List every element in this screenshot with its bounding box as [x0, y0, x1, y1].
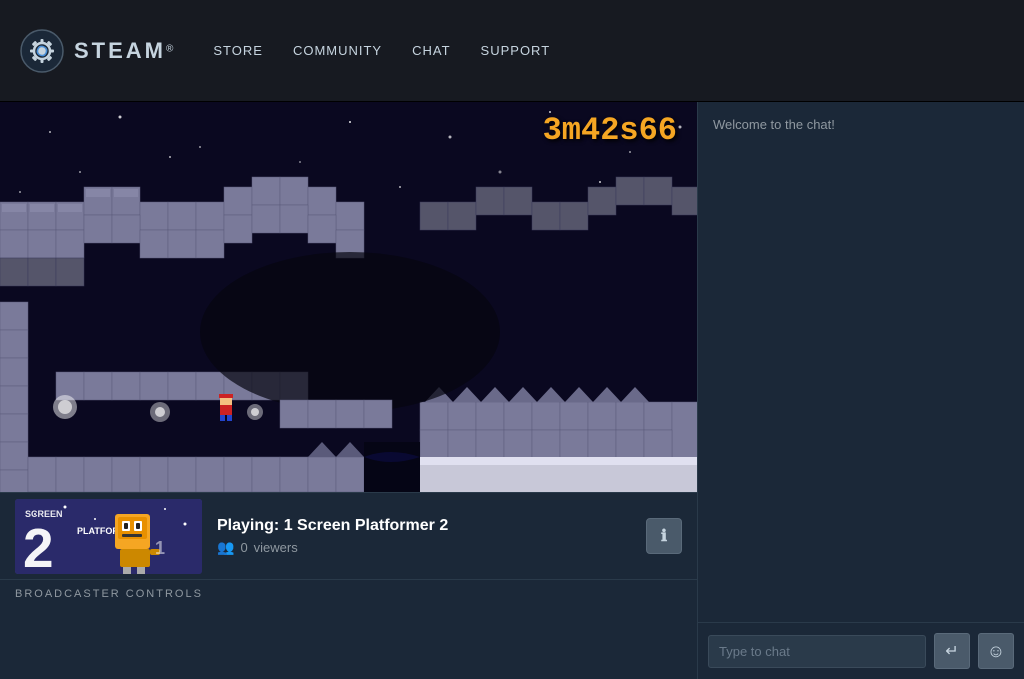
game-name: 1 Screen Platformer 2: [284, 517, 449, 534]
main-nav: STORE COMMUNITY CHAT SUPPORT: [213, 43, 1004, 58]
send-icon: ↵: [945, 641, 958, 661]
viewers-icon: 👥: [217, 539, 234, 556]
chat-input-bar: ↵ ☺: [698, 622, 1024, 679]
svg-text:1: 1: [155, 538, 165, 558]
game-meta: Playing: 1 Screen Platformer 2 👥 0 viewe…: [217, 517, 631, 556]
game-thumbnail-image: SCREEN 2 PLATFORMER: [15, 499, 202, 574]
left-panel: 3m42s66 SCREEN 2: [0, 102, 697, 679]
logo-area: STEAM®: [20, 29, 173, 73]
steam-wordmark: STEAM®: [74, 38, 173, 64]
nav-support[interactable]: SUPPORT: [481, 43, 551, 58]
game-thumbnail: SCREEN 2 PLATFORMER: [15, 499, 202, 574]
chat-send-button[interactable]: ↵: [934, 633, 970, 669]
game-viewport: 3m42s66: [0, 102, 697, 492]
nav-store[interactable]: STORE: [213, 43, 263, 58]
chat-emoji-button[interactable]: ☺: [978, 633, 1014, 669]
game-info-bar: SCREEN 2 PLATFORMER: [0, 492, 697, 579]
viewers-count: 0: [240, 540, 247, 555]
broadcaster-bar: BROADCASTER CONTROLS: [0, 579, 697, 608]
viewers-row: 👥 0 viewers: [217, 539, 631, 556]
chat-messages: Welcome to the chat!: [698, 102, 1024, 622]
main-content: 3m42s66 SCREEN 2: [0, 102, 1024, 679]
viewers-label: viewers: [254, 540, 298, 555]
steam-logo-icon: [20, 29, 64, 73]
svg-text:2: 2: [23, 517, 54, 574]
playing-label: Playing: 1 Screen Platformer 2: [217, 517, 631, 535]
header: STEAM® STORE COMMUNITY CHAT SUPPORT: [0, 0, 1024, 102]
emoji-icon: ☺: [987, 641, 1005, 662]
welcome-message: Welcome to the chat!: [713, 117, 1009, 132]
broadcaster-label: BROADCASTER CONTROLS: [15, 588, 203, 600]
info-button[interactable]: ℹ: [646, 518, 682, 554]
playing-prefix: Playing:: [217, 517, 279, 534]
game-scene: [0, 102, 697, 492]
chat-input[interactable]: [708, 635, 926, 668]
nav-chat[interactable]: CHAT: [412, 43, 450, 58]
nav-community[interactable]: COMMUNITY: [293, 43, 382, 58]
stream-timer: 3m42s66: [543, 112, 677, 149]
chat-panel: Welcome to the chat! ↵ ☺: [697, 102, 1024, 679]
